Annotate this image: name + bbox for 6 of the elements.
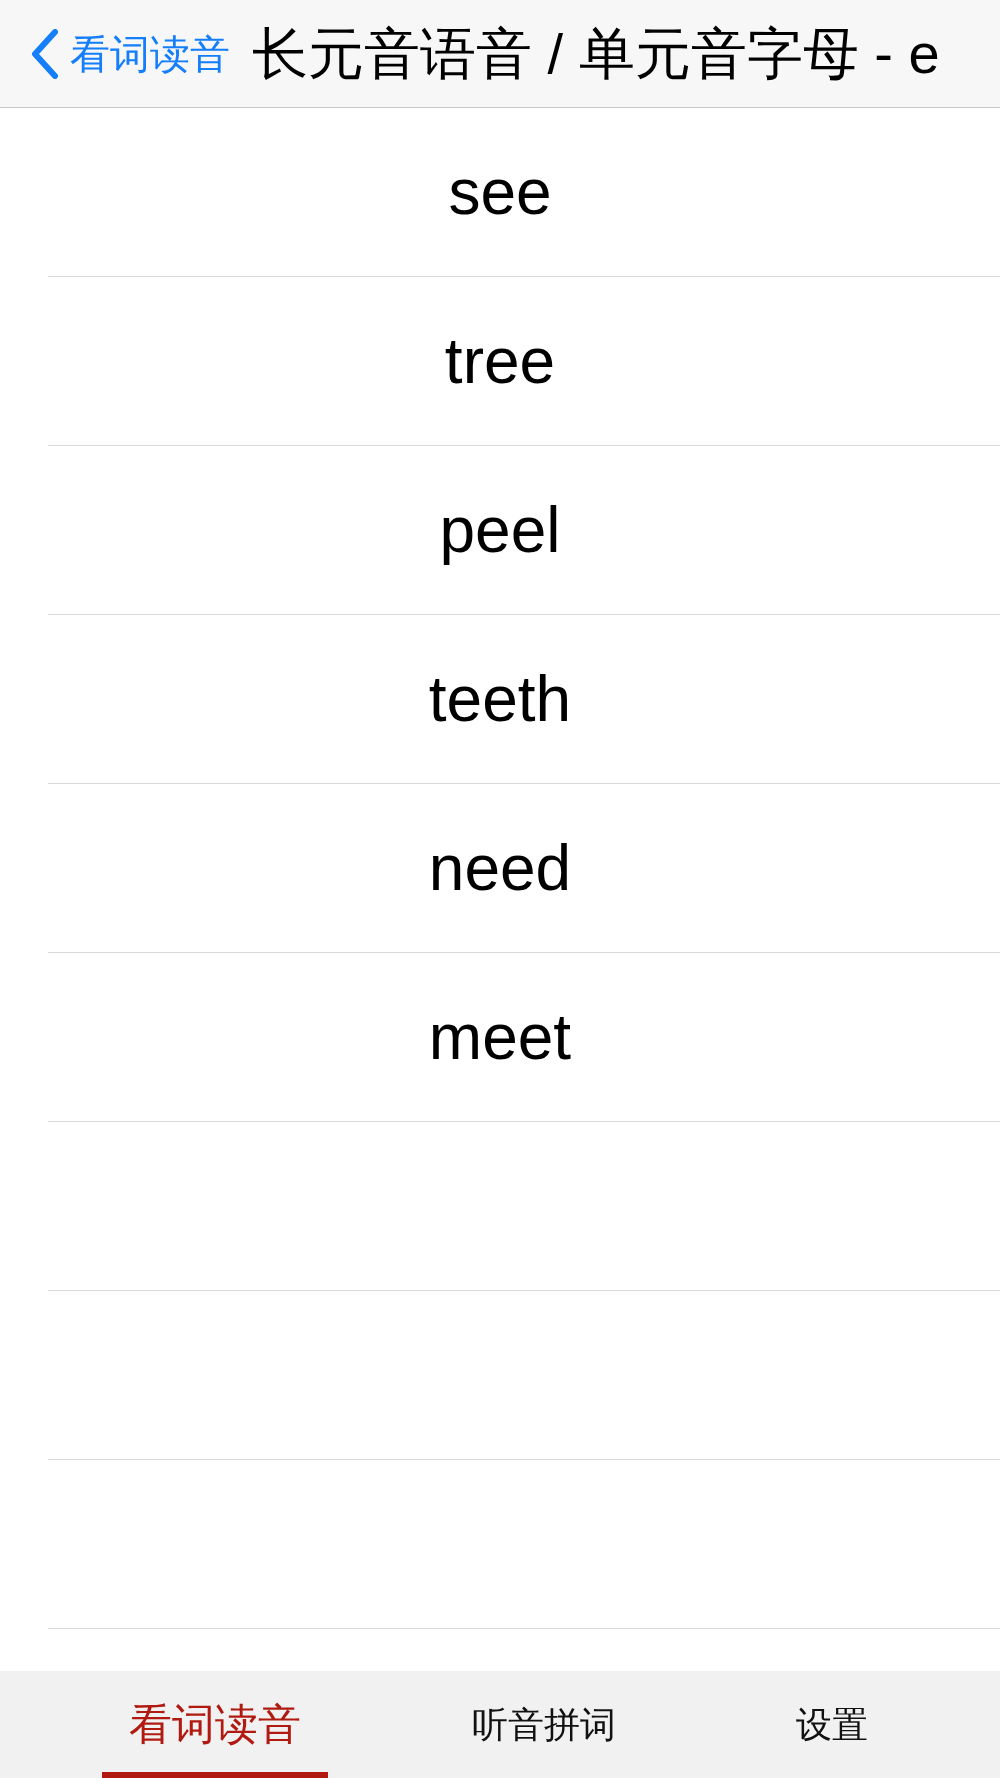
tab-button[interactable]: 看词读音 — [102, 1671, 328, 1778]
chevron-left-icon — [30, 28, 60, 79]
screen-title: 长元音语音 / 单元音字母 - e — [252, 20, 940, 87]
tab-button[interactable]: 听音拼词 — [431, 1671, 657, 1778]
back-button[interactable]: 看词读音 — [30, 28, 230, 79]
tab-button[interactable]: 设置 — [719, 1671, 945, 1778]
